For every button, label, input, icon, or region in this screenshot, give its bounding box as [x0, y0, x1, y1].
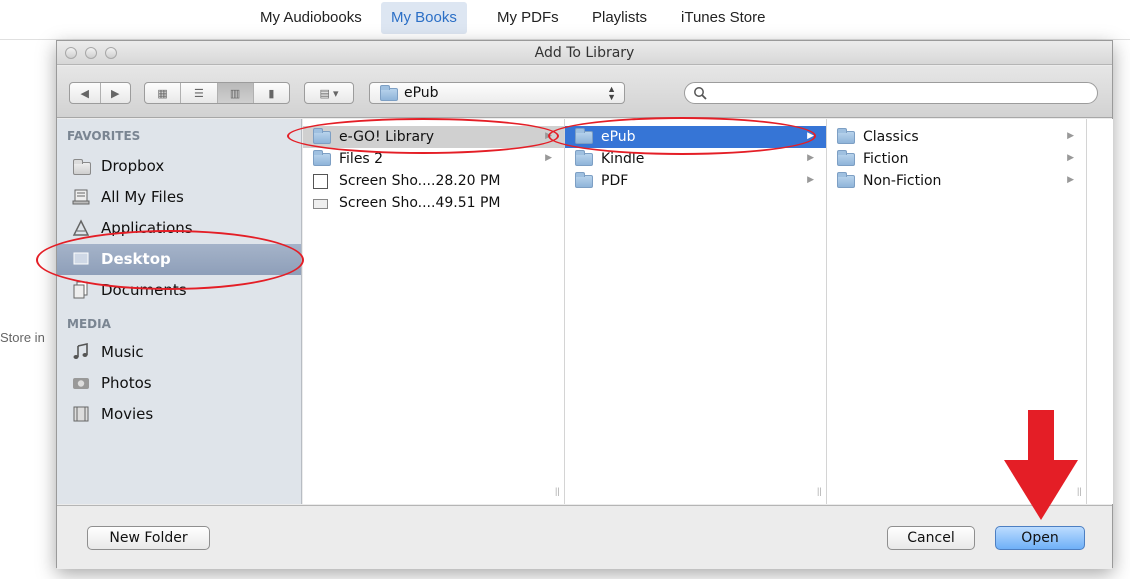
coverflow-icon: ▮: [268, 87, 275, 100]
list-icon: ☰: [193, 87, 204, 100]
item-label: Screen Sho....28.20 PM: [339, 173, 501, 189]
browser-column-1: e-GO! Library ▶ Files 2 ▶ Screen Sho....…: [303, 119, 565, 504]
favorites-header: FAVORITES: [67, 129, 141, 143]
dialog-title: Add To Library: [534, 45, 635, 61]
applications-icon: [72, 219, 90, 236]
folder-icon: [575, 172, 593, 188]
search-field[interactable]: [684, 82, 1098, 104]
item-label: Screen Sho....49.51 PM: [339, 195, 501, 211]
open-button[interactable]: Open: [995, 526, 1085, 550]
image-file-icon: [313, 174, 328, 189]
dialog-button-bar: New Folder Cancel Open: [57, 505, 1112, 569]
all-files-icon: [72, 189, 90, 205]
column-view-button[interactable]: ▥: [217, 83, 254, 103]
back-forward-control: ◀ ▶: [69, 82, 131, 104]
sidebar-item-label: Movies: [101, 405, 154, 423]
list-item-fiction[interactable]: Fiction ▶: [827, 148, 1086, 170]
folder-icon: [73, 159, 91, 175]
columns-icon: ▥: [229, 87, 241, 100]
dialog-toolbar: ◀ ▶ ▦ ☰ ▥ ▮ ▤ ▾ ePub ▲ ▼: [57, 66, 1112, 118]
film-icon: [73, 406, 89, 422]
back-button[interactable]: ◀: [70, 83, 101, 103]
list-view-button[interactable]: ☰: [181, 83, 218, 103]
folder-icon: [837, 150, 855, 166]
list-item-pdf[interactable]: PDF ▶: [565, 170, 826, 192]
item-label: Files 2: [339, 151, 384, 167]
add-to-library-dialog: Add To Library ◀ ▶ ▦ ☰ ▥ ▮ ▤ ▾ ePub ▲▼: [56, 40, 1113, 569]
forward-button[interactable]: ▶: [101, 83, 131, 103]
folder-icon: [313, 150, 331, 166]
tab-playlists[interactable]: Playlists: [582, 2, 657, 34]
search-icon: [694, 87, 707, 100]
camera-icon: [73, 378, 89, 389]
annotation-circle-desktop: [36, 230, 304, 290]
list-item-screenshot-1[interactable]: Screen Sho....28.20 PM: [303, 170, 564, 192]
column-resize-handle[interactable]: ||: [555, 486, 560, 496]
annotation-circle-epub: [548, 117, 816, 155]
folder-icon: [837, 128, 855, 144]
sidebar-item-music[interactable]: Music: [57, 337, 301, 368]
arrange-menu-button[interactable]: ▤ ▾: [304, 82, 354, 104]
grid-icon: ▦: [157, 87, 168, 100]
arrange-cell: ▤ ▾: [305, 83, 353, 103]
new-folder-button[interactable]: New Folder: [87, 526, 210, 550]
disclosure-arrow-icon: ▶: [807, 174, 814, 184]
tab-my-audiobooks[interactable]: My Audiobooks: [250, 2, 372, 34]
view-mode-control: ▦ ☰ ▥ ▮: [144, 82, 290, 104]
sidebar-item-photos[interactable]: Photos: [57, 368, 301, 399]
disclosure-arrow-icon: ▶: [1067, 130, 1074, 140]
tab-my-books[interactable]: My Books: [381, 2, 467, 34]
item-label: Classics: [863, 129, 919, 145]
updown-chevron-icon: ▲ ▼: [607, 84, 616, 102]
item-label: Fiction: [863, 151, 909, 167]
disclosure-arrow-icon: ▶: [1067, 174, 1074, 184]
annotation-down-arrow-icon: [1004, 410, 1078, 520]
item-label: PDF: [601, 173, 629, 189]
sidebar-item-label: Music: [101, 343, 144, 361]
tab-itunes-store[interactable]: iTunes Store: [671, 2, 776, 34]
disclosure-arrow-icon: ▶: [545, 152, 552, 162]
list-item-non-fiction[interactable]: Non-Fiction ▶: [827, 170, 1086, 192]
sidebar-item-label: All My Files: [101, 188, 184, 206]
icon-view-button[interactable]: ▦: [145, 83, 182, 103]
disclosure-arrow-icon: ▶: [1067, 152, 1074, 162]
list-item-screenshot-2[interactable]: Screen Sho....49.51 PM: [303, 192, 564, 214]
sidebar-item-dropbox[interactable]: Dropbox: [57, 151, 301, 182]
coverflow-view-button[interactable]: ▮: [254, 83, 289, 103]
folder-icon: [837, 172, 855, 188]
column-resize-handle[interactable]: ||: [817, 486, 822, 496]
list-item-classics[interactable]: Classics ▶: [827, 126, 1086, 148]
disclosure-arrow-icon: ▶: [807, 152, 814, 162]
path-popup-label: ePub: [404, 85, 439, 101]
sidebar-item-label: Dropbox: [101, 157, 165, 175]
sidebar-item-all-my-files[interactable]: All My Files: [57, 182, 301, 213]
image-file-icon: [313, 199, 328, 209]
arrange-grid-icon: ▤ ▾: [319, 87, 339, 100]
item-label: Non-Fiction: [863, 173, 942, 189]
background-store-text: Store in: [0, 330, 45, 345]
sidebar: FAVORITES Dropbox All My Files Applicati…: [57, 119, 302, 504]
column-browser: e-GO! Library ▶ Files 2 ▶ Screen Sho....…: [303, 119, 1113, 504]
tab-my-pdfs[interactable]: My PDFs: [487, 2, 569, 34]
annotation-circle-e-go-library: [287, 118, 559, 154]
forward-arrow-icon: ▶: [111, 87, 120, 100]
back-arrow-icon: ◀: [80, 87, 89, 100]
path-popup[interactable]: ePub ▲ ▼: [369, 82, 625, 104]
dialog-titlebar: Add To Library: [57, 41, 1112, 65]
browser-column-2: ePub ▶ Kindle ▶ PDF ▶ ||: [555, 119, 827, 504]
sidebar-item-label: Photos: [101, 374, 152, 392]
itunes-tab-bar: My Audiobooks My Books My PDFs Playlists…: [0, 0, 1130, 36]
sidebar-item-movies[interactable]: Movies: [57, 399, 301, 430]
cancel-button[interactable]: Cancel: [887, 526, 975, 550]
music-icon: [73, 343, 88, 359]
folder-icon: [575, 150, 593, 166]
folder-icon: [380, 85, 398, 101]
media-header: MEDIA: [67, 317, 111, 331]
